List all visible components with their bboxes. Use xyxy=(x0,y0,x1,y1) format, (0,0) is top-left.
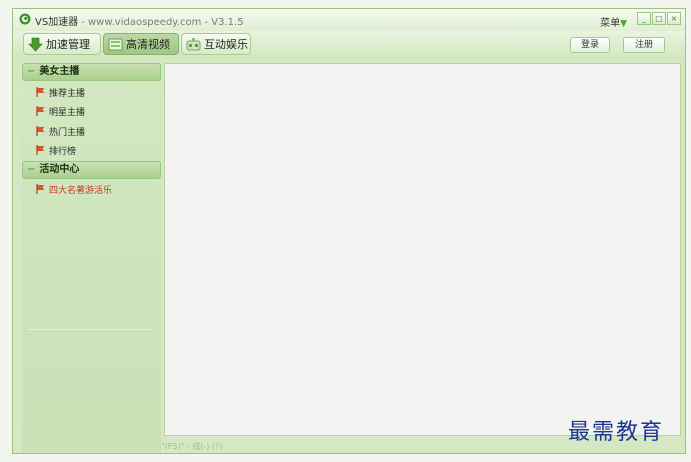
sidebar-divider xyxy=(27,329,153,330)
app-logo-icon xyxy=(19,13,31,25)
window-controls: _ □ × xyxy=(636,12,681,25)
window-title: VS加速器 - www.vidaospeedy.com - V3.1.5 xyxy=(35,13,244,28)
flag-icon xyxy=(36,106,45,116)
flag-icon xyxy=(36,184,45,194)
app-window: VS加速器 - www.vidaospeedy.com - V3.1.5 菜单▼ … xyxy=(12,8,686,454)
status-text: "(F5)" - 成(-) (?) xyxy=(161,442,223,451)
register-button[interactable]: 注册 xyxy=(623,37,665,53)
collapse-icon: − xyxy=(27,164,36,175)
sidebar-item-star[interactable]: 明星主播 xyxy=(36,104,85,118)
sidebar-group-beauty-anchors[interactable]: − 美女主播 xyxy=(22,63,161,81)
menu-button[interactable]: 菜单▼ xyxy=(600,14,627,29)
app-url-version: - www.vidaospeedy.com - V3.1.5 xyxy=(81,17,244,28)
menu-label: 菜单 xyxy=(600,18,621,29)
login-button[interactable]: 登录 xyxy=(570,37,610,53)
sidebar-item-label: 明星主播 xyxy=(49,107,86,118)
collapse-icon: − xyxy=(27,66,36,77)
flag-icon xyxy=(36,126,45,136)
close-button[interactable]: × xyxy=(667,12,681,25)
content-panel[interactable] xyxy=(164,63,681,436)
sidebar-item-recommended[interactable]: 推荐主播 xyxy=(36,85,85,99)
tab-entertainment[interactable]: 互动娱乐 xyxy=(181,33,251,55)
tab-label: 加速管理 xyxy=(46,38,90,51)
tab-label: 互动娱乐 xyxy=(204,38,248,51)
sidebar-group-activity-center[interactable]: − 活动中心 xyxy=(22,161,161,179)
flag-icon xyxy=(36,87,45,97)
sidebar: − 美女主播 推荐主播 明星主播 热门主播 排行榜 − 活动中心 四大名著游活乐 xyxy=(22,60,161,452)
film-icon xyxy=(108,38,123,50)
tab-acceleration[interactable]: 加速管理 xyxy=(23,33,101,55)
group-title: 美女主播 xyxy=(39,66,80,77)
app-name: VS加速器 xyxy=(35,17,79,28)
title-bar[interactable]: VS加速器 - www.vidaospeedy.com - V3.1.5 菜单▼ … xyxy=(13,9,685,31)
sidebar-item-label: 四大名著游活乐 xyxy=(49,185,113,196)
sidebar-item-label: 排行榜 xyxy=(49,146,77,157)
tab-hd-video[interactable]: 高清视频 xyxy=(103,33,179,55)
group-title: 活动中心 xyxy=(39,164,80,175)
sidebar-item-four-classics[interactable]: 四大名著游活乐 xyxy=(36,182,112,196)
main-toolbar: 加速管理 高清视频 互动娱乐 登录 注册 xyxy=(13,31,685,59)
flag-icon xyxy=(36,145,45,155)
game-icon xyxy=(186,37,201,50)
download-arrow-icon xyxy=(28,37,43,51)
menu-arrow-icon: ▼ xyxy=(620,19,627,29)
tab-label: 高清视频 xyxy=(126,38,170,51)
sidebar-item-label: 热门主播 xyxy=(49,127,86,138)
sidebar-item-label: 推荐主播 xyxy=(49,88,86,99)
minimize-button[interactable]: _ xyxy=(637,12,651,25)
watermark-text: 最需教育 xyxy=(568,420,665,445)
maximize-button[interactable]: □ xyxy=(652,12,666,25)
sidebar-item-popular[interactable]: 热门主播 xyxy=(36,124,85,138)
sidebar-item-ranking[interactable]: 排行榜 xyxy=(36,143,76,157)
